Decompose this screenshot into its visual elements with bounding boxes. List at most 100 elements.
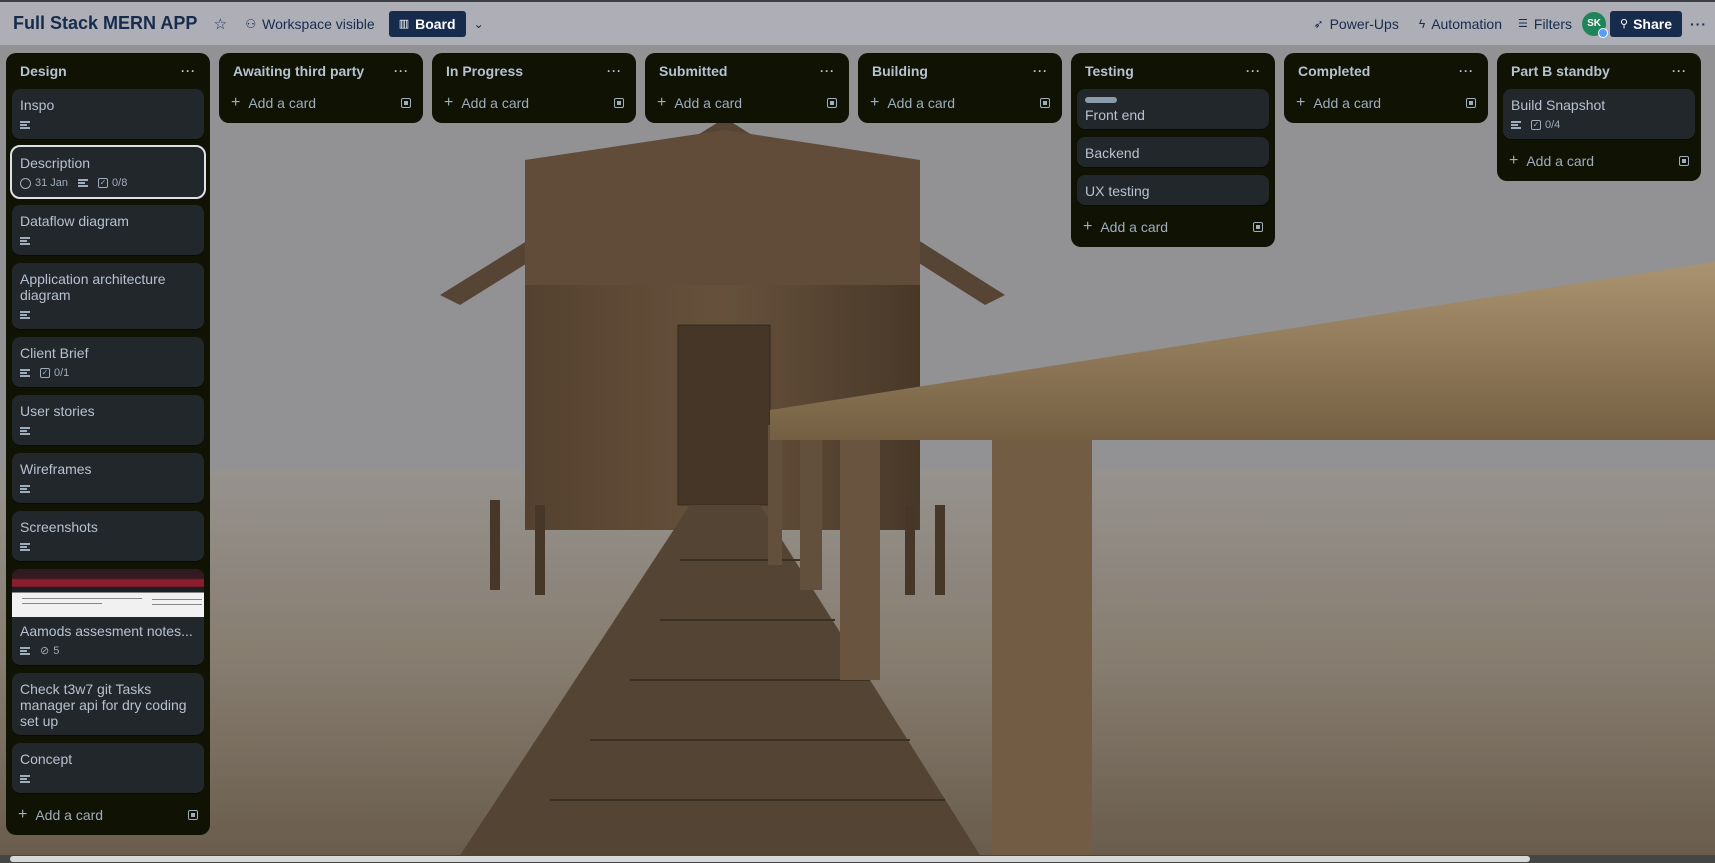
add-card-button[interactable]: + Add a card [438,89,630,117]
share-button[interactable]: ⚲ Share [1610,10,1682,37]
list-menu-icon[interactable]: ··· [820,64,835,78]
list-title[interactable]: In Progress [446,63,523,79]
template-icon[interactable] [827,98,837,108]
add-card-button[interactable]: + Add a card [1290,89,1482,117]
due-date-badge[interactable]: 31 Jan [20,175,68,191]
plus-icon: + [1296,94,1306,111]
list-header[interactable]: In Progress ··· [438,53,630,89]
list-title[interactable]: Completed [1298,63,1370,79]
add-card-button[interactable]: + Add a card [1077,213,1269,241]
more-menu-icon[interactable]: ··· [1690,16,1707,32]
list-menu-icon[interactable]: ··· [1672,64,1687,78]
card-label[interactable] [1085,97,1117,103]
list-menu-icon[interactable]: ··· [1459,64,1474,78]
add-card-button[interactable]: + Add a card [225,89,417,117]
filters-label: Filters [1533,15,1573,32]
template-icon[interactable] [614,98,624,108]
powerups-button[interactable]: ➶ Power-Ups [1308,12,1405,36]
template-icon[interactable] [1253,222,1263,232]
checklist-badge: ✓ 0/1 [40,365,69,381]
due-date-text: 31 Jan [35,177,69,189]
star-icon[interactable]: ☆ [211,15,229,33]
scrollbar-thumb[interactable] [10,856,1530,862]
list-header[interactable]: Testing ··· [1077,53,1269,89]
horizontal-scrollbar[interactable] [0,855,1715,863]
description-icon [20,647,30,655]
template-icon[interactable] [1679,156,1689,166]
card-title: Application architecture diagram [20,271,166,303]
add-card-button[interactable]: + Add a card [864,89,1056,117]
card[interactable]: Dataflow diagram [12,205,204,255]
visibility-button[interactable]: ⚇ Workspace visible [239,12,380,36]
card-badges: ⊘ 5 [12,643,204,659]
add-card-button[interactable]: + Add a card [651,89,843,117]
list-title[interactable]: Testing [1085,63,1134,79]
list-submitted: Submitted ··· + Add a card [645,53,849,123]
card[interactable]: Front end [1077,89,1269,129]
card[interactable]: User stories [12,395,204,445]
card[interactable]: Screenshots [12,511,204,561]
description-icon [20,543,30,551]
description-icon [20,485,30,493]
list-header[interactable]: Part B standby ··· [1503,53,1695,89]
list-title[interactable]: Awaiting third party [233,63,364,79]
automation-button[interactable]: ϟ Automation [1413,12,1508,36]
rocket-icon: ➶ [1313,16,1324,31]
list-title[interactable]: Submitted [659,63,727,79]
template-icon[interactable] [1040,98,1050,108]
checklist-count: 0/4 [1545,119,1561,131]
card[interactable]: Concept [12,743,204,793]
list-header[interactable]: Design ··· [12,53,204,89]
chevron-down-icon[interactable]: ⌄ [474,17,484,31]
list-header[interactable]: Awaiting third party ··· [225,53,417,89]
board-icon: ▥ [398,18,410,30]
list-header[interactable]: Building ··· [864,53,1056,89]
list-menu-icon[interactable]: ··· [607,64,622,78]
add-card-button[interactable]: + Add a card [12,801,204,829]
add-card-label: Add a card [1526,153,1595,169]
list-title[interactable]: Part B standby [1511,63,1610,79]
add-card-button[interactable]: + Add a card [1503,147,1695,175]
list-design: Design ··· Inspo Description 31 Jan ✓ 0/… [6,53,210,835]
avatar[interactable]: SK [1582,11,1609,38]
board-view-button[interactable]: ▥ Board [388,10,466,37]
card-title: Inspo [20,97,55,113]
filter-icon: ☰ [1518,18,1528,30]
card-badges: ✓ 0/1 [20,365,196,381]
plus-icon: + [18,806,28,823]
card-badges [20,771,196,787]
filters-button[interactable]: ☰ Filters [1512,12,1578,36]
list-title[interactable]: Building [872,63,928,79]
list-header[interactable]: Submitted ··· [651,53,843,89]
share-label: Share [1633,15,1672,32]
card[interactable]: UX testing [1077,175,1269,205]
checklist-count: 0/1 [54,367,70,379]
list-title[interactable]: Design [20,63,67,79]
card[interactable]: Inspo [12,89,204,139]
add-card-label: Add a card [461,95,530,111]
card[interactable]: Build Snapshot ✓ 0/4 [1503,89,1695,139]
list-awaiting-third-party: Awaiting third party ··· + Add a card [219,53,423,123]
list-menu-icon[interactable]: ··· [1246,64,1261,78]
card[interactable]: Aamods assesment notes... ⊘ 5 [12,569,204,665]
list-menu-icon[interactable]: ··· [394,64,409,78]
add-card-label: Add a card [248,95,317,111]
list-menu-icon[interactable]: ··· [1033,64,1048,78]
template-icon[interactable] [188,810,198,820]
card[interactable]: Application architecture diagram [12,263,204,329]
card-title: User stories [20,403,95,419]
card[interactable]: Description 31 Jan ✓ 0/8 [10,145,206,199]
card[interactable]: Backend [1077,137,1269,167]
list-header[interactable]: Completed ··· [1290,53,1482,89]
list-part-b-standby: Part B standby ··· Build Snapshot ✓ 0/4 … [1497,53,1701,181]
template-icon[interactable] [401,98,411,108]
card[interactable]: Client Brief ✓ 0/1 [12,337,204,387]
card-cover-image [12,569,204,617]
paperclip-icon: ⊘ [40,645,50,657]
template-icon[interactable] [1466,98,1476,108]
card[interactable]: Wireframes [12,453,204,503]
board-title[interactable]: Full Stack MERN APP [13,13,197,34]
card-title: Wireframes [20,461,92,477]
card[interactable]: Check t3w7 git Tasks manager api for dry… [12,673,204,735]
list-menu-icon[interactable]: ··· [181,64,196,78]
